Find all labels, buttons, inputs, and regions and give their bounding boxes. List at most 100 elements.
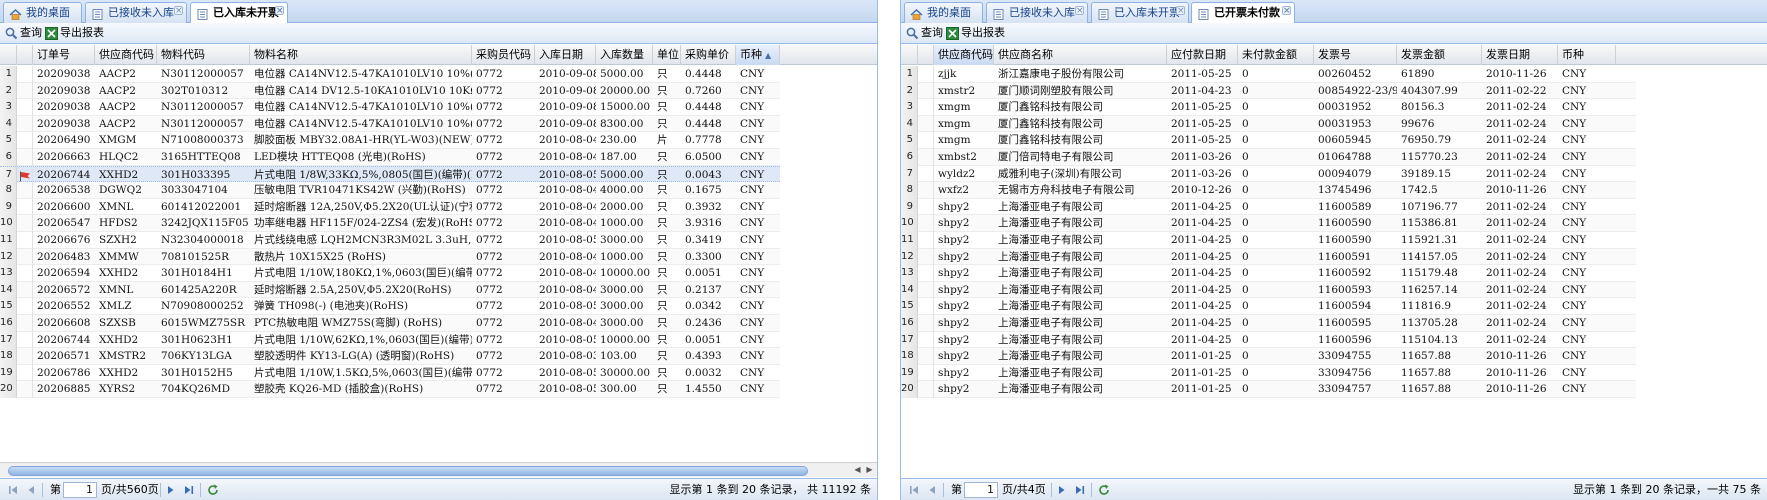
table-row[interactable]: 18 shpy2 上海潘亚电子有限公司 2011-01-25 0 33094755 1165… — [901, 348, 1636, 365]
tab-3[interactable]: 已入库未开票 × — [1091, 2, 1189, 23]
table-row[interactable]: 13 20206594 XXHD2 301H0184H1 片式电阻 1/10W,180K… — [0, 265, 780, 282]
table-row[interactable]: 6 xmbst2 厦门倍司特电子有限公司 2011-03-26 0 01064788 115… — [901, 149, 1636, 166]
refresh-icon[interactable] — [1097, 483, 1111, 497]
column-header[interactable]: 币种 — [1558, 45, 1616, 65]
close-icon[interactable]: × — [1075, 6, 1084, 16]
refresh-icon[interactable] — [206, 483, 220, 497]
column-header[interactable]: 供应商名称 — [994, 45, 1167, 65]
scroll-left-icon[interactable]: ◀ — [852, 465, 863, 476]
table-row[interactable]: 8 wxfz2 无锡市方舟科技电子有限公司 2010-12-26 0 13745496 17… — [901, 182, 1636, 199]
column-header[interactable]: 单位 — [653, 45, 681, 65]
column-header[interactable]: 订单号 — [33, 45, 95, 65]
table-row[interactable]: 14 shpy2 上海潘亚电子有限公司 2011-04-25 0 11600593 1162… — [901, 281, 1636, 299]
column-header[interactable]: 物料名称 — [250, 45, 472, 65]
table-row[interactable]: 9 20206600 XMNL 601412022001 延时熔断器 12A,250V,… — [0, 198, 780, 216]
page-number-input[interactable]: 1 — [964, 482, 998, 498]
table-row[interactable]: 17 20206744 XXHD2 301H0623H1 片式电阻 1/10W,62KΩ… — [0, 331, 780, 349]
column-header[interactable]: 入库日期 — [535, 45, 596, 65]
next-page-icon[interactable] — [1055, 483, 1069, 497]
table-row[interactable]: 15 shpy2 上海潘亚电子有限公司 2011-04-25 0 11600594 1118… — [901, 298, 1636, 315]
page-icon — [992, 7, 1005, 20]
column-header[interactable]: 应付款日期 — [1167, 45, 1238, 65]
row-number: 17 — [901, 331, 918, 349]
table-row[interactable]: 4 20209038 AACP2 N30112000057 电位器 CA14NV12.5… — [0, 115, 780, 133]
close-icon[interactable]: × — [174, 6, 183, 16]
table-row[interactable]: 14 20206572 XMNL 601425A220R 延时熔断器 2.5A,250V… — [0, 281, 780, 299]
tab-1[interactable]: 我的桌面 — [3, 2, 82, 23]
table-row[interactable]: 2 xmstr2 厦门顺词刚塑胶有限公司 2011-04-23 0 00854922-23… — [901, 82, 1636, 100]
column-header[interactable]: 物料代码 — [157, 45, 250, 65]
last-page-icon[interactable] — [182, 483, 196, 497]
table-row[interactable]: 8 20206538 DGWQ2 3033047104 压敏电阻 TVR10471KS4… — [0, 182, 780, 199]
column-header[interactable]: 发票金额 — [1397, 45, 1482, 65]
table-row[interactable]: 17 shpy2 上海潘亚电子有限公司 2011-04-25 0 11600596 1151… — [901, 331, 1636, 349]
table-row[interactable]: 19 20206786 XXHD2 301H0152H5 片式电阻 1/10W,1.5K… — [0, 364, 780, 382]
table-row[interactable]: 16 20206608 SZXSB 6015WMZ75SR PTC热敏电阻 WMZ75S… — [0, 315, 780, 332]
column-header[interactable]: 发票号 — [1314, 45, 1397, 65]
next-page-icon[interactable] — [164, 483, 178, 497]
table-row[interactable]: 5 20206490 XMGM N71008000373 脚胶面板 MBY32.08A1… — [0, 132, 780, 149]
table-row[interactable]: 7 wyldz2 威雅利电子(深圳)有限公司 2011-03-26 0 00094079 3… — [901, 165, 1636, 183]
table-cell: HLQC2 — [99, 151, 139, 163]
query-button[interactable]: 查询 — [904, 25, 943, 42]
table-row[interactable]: 2 20209038 AACP2 302T010312 电位器 CA14 DV12.5-… — [0, 82, 780, 100]
table-cell: 0772 — [476, 250, 503, 263]
first-page-icon[interactable] — [6, 483, 20, 497]
table-cell: 0.3300 — [685, 250, 722, 263]
close-icon[interactable]: × — [275, 6, 284, 16]
table-row[interactable]: 1 zjjk 浙江嘉康电子股份有限公司 2011-05-25 0 00260452 6189… — [901, 66, 1636, 83]
tab-1[interactable]: 我的桌面 — [904, 2, 983, 23]
scrollbar-thumb[interactable] — [8, 466, 808, 476]
table-cell: 3165HTTEQ08 — [161, 151, 241, 163]
table-row[interactable]: 15 20206552 XMLZ N70908000252 弹簧 TH098(-) (电… — [0, 298, 780, 315]
tab-2[interactable]: 已接收未入库 × — [986, 2, 1088, 23]
tab-2[interactable]: 已接收未入库 × — [85, 2, 187, 23]
table-row[interactable]: 9 shpy2 上海潘亚电子有限公司 2011-04-25 0 11600589 10719… — [901, 198, 1636, 216]
table-row[interactable]: 20 shpy2 上海潘亚电子有限公司 2011-01-25 0 33094757 1165… — [901, 381, 1636, 398]
table-row[interactable]: 7 20206744 XXHD2 301H033395 片式电阻 1/8W,33KΩ,5… — [0, 165, 780, 184]
column-header[interactable]: 供应商代码▼ — [934, 45, 994, 65]
table-cell: CNY — [740, 283, 765, 296]
column-header[interactable]: 采购员代码 — [472, 45, 535, 65]
query-button[interactable]: 查询 — [3, 25, 42, 42]
column-header[interactable]: 币种 ▲ — [736, 45, 780, 65]
table-row[interactable]: 19 shpy2 上海潘亚电子有限公司 2011-01-25 0 33094756 1165… — [901, 364, 1636, 382]
table-row[interactable]: 6 20206663 HLQC2 3165HTTEQ08 LED模块 HTTEQ08 (… — [0, 149, 780, 166]
column-header[interactable]: 供应商代码 — [95, 45, 157, 65]
close-icon[interactable]: × — [1282, 6, 1291, 16]
last-page-icon[interactable] — [1073, 483, 1087, 497]
table-row[interactable]: 11 20206676 SZXH2 N32304000018 片式线绕电感 LQH2MC… — [0, 232, 780, 249]
table-row[interactable]: 11 shpy2 上海潘亚电子有限公司 2011-04-25 0 11600590 1159… — [901, 232, 1636, 249]
table-row[interactable]: 18 20206571 XMSTR2 706KY13LGA 塑胶透明件 KY13-LG(… — [0, 348, 780, 365]
table-row[interactable]: 1 20209038 AACP2 N30112000057 电位器 CA14NV12.5… — [0, 66, 780, 83]
table-row[interactable]: 16 shpy2 上海潘亚电子有限公司 2011-04-25 0 11600595 1137… — [901, 315, 1636, 332]
prev-page-icon[interactable] — [24, 483, 38, 497]
table-row[interactable]: 5 xmgm 厦门鑫铭科技有限公司 2011-05-25 0 00605945 76950.… — [901, 132, 1636, 149]
first-page-icon[interactable] — [907, 483, 921, 497]
horizontal-scrollbar[interactable]: ◀ ▶ — [0, 462, 877, 477]
scroll-right-icon[interactable]: ▶ — [864, 465, 875, 476]
tab-4[interactable]: 已开票未付款 × — [1191, 2, 1295, 24]
column-header[interactable]: 发票日期 — [1482, 45, 1558, 65]
table-row[interactable]: 20 20206885 XYRS2 704KQ26MD 塑胶壳 KQ26-MD (插胶盒… — [0, 381, 780, 398]
table-row[interactable]: 3 xmgm 厦门鑫铭科技有限公司 2011-05-25 0 00031952 80156.… — [901, 99, 1636, 116]
export-report-button[interactable]: 导出报表 — [944, 25, 1005, 42]
prev-page-icon[interactable] — [925, 483, 939, 497]
table-row[interactable]: 10 shpy2 上海潘亚电子有限公司 2011-04-25 0 11600590 1153… — [901, 215, 1636, 232]
export-report-button[interactable]: 导出报表 — [43, 25, 104, 42]
tab-3[interactable]: 已入库未开票 × — [190, 2, 288, 24]
table-cell: 0.7778 — [685, 134, 722, 147]
table-row[interactable]: 13 shpy2 上海潘亚电子有限公司 2011-04-25 0 11600592 1151… — [901, 265, 1636, 282]
column-header[interactable]: 未付款金额 — [1238, 45, 1314, 65]
table-row[interactable]: 12 shpy2 上海潘亚电子有限公司 2011-04-25 0 11600591 1141… — [901, 248, 1636, 266]
row-number: 15 — [0, 298, 17, 315]
close-icon[interactable]: × — [1176, 6, 1185, 16]
column-header[interactable]: 入库数量 — [596, 45, 653, 65]
table-row[interactable]: 4 xmgm 厦门鑫铭科技有限公司 2011-05-25 0 00031953 99676 2… — [901, 115, 1636, 133]
column-header[interactable]: 采购单价 — [681, 45, 736, 65]
table-row[interactable]: 10 20206547 HFDS2 3242JQX115F05 功率继电器 HF115F… — [0, 215, 780, 232]
page-number-input[interactable]: 1 — [63, 482, 97, 498]
table-cell: 0.1675 — [685, 184, 722, 197]
table-row[interactable]: 3 20209038 AACP2 N30112000057 电位器 CA14NV12.5… — [0, 99, 780, 116]
table-row[interactable]: 12 20206483 XMMW 708101525R 散热片 10X15X25 (Ro… — [0, 248, 780, 266]
